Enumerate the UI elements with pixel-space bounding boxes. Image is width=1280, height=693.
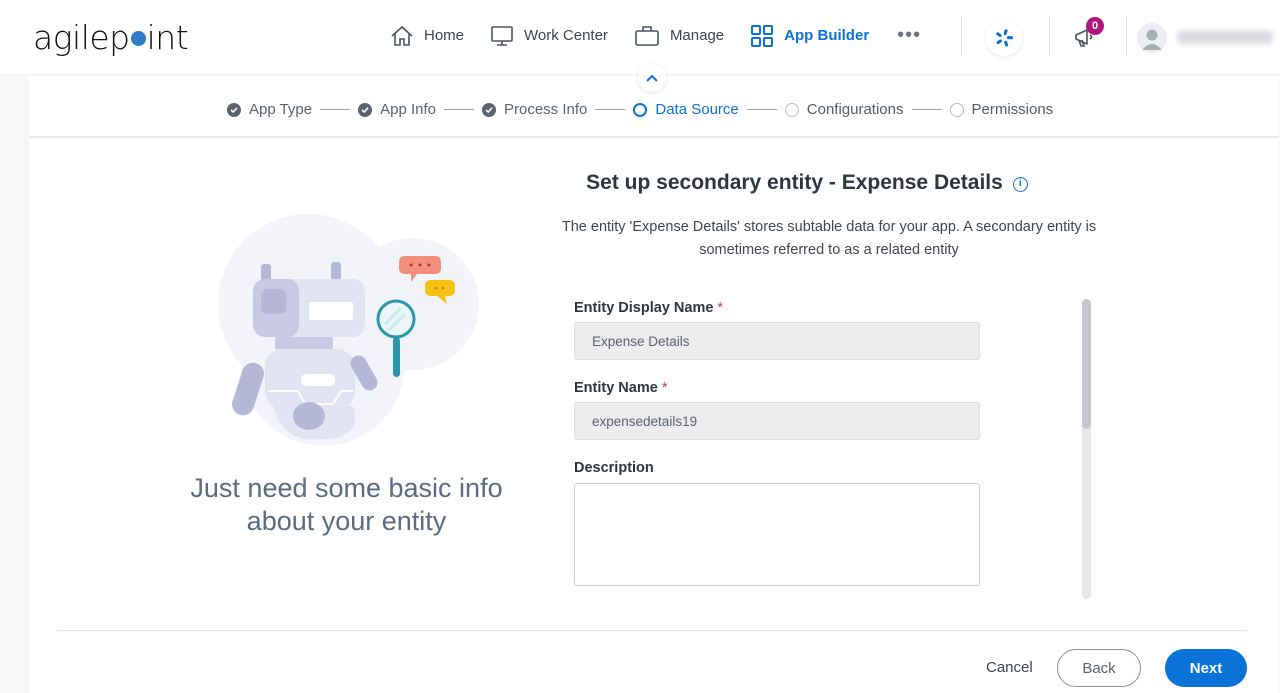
chevron-up-icon [646, 74, 658, 82]
robot-illustration [218, 214, 479, 446]
home-icon [391, 25, 413, 46]
nav-home[interactable]: Home [390, 25, 464, 47]
notification-count-badge: 0 [1086, 17, 1104, 35]
next-button[interactable]: Next [1165, 649, 1247, 687]
logo-dot [130, 31, 146, 46]
monitor-icon [491, 25, 513, 46]
header-divider [1049, 16, 1050, 56]
step-connector [444, 109, 474, 110]
cancel-button[interactable]: Cancel [986, 659, 1033, 676]
step-app-info[interactable]: App Info [358, 101, 436, 118]
entity-display-name-label: Entity Display Name * [574, 300, 724, 316]
ai-assistant-icon [996, 29, 1014, 47]
illustration-tagline: Just need some basic info about your ent… [190, 473, 503, 536]
more-menu-icon[interactable]: ••• [897, 24, 921, 47]
nav-work-center[interactable]: Work Center [490, 25, 608, 47]
step-connector [320, 109, 351, 110]
empty-circle-icon [784, 102, 799, 117]
step-connector [911, 109, 942, 110]
wizard-card: App Type App Info Process Info Data Sour… [29, 76, 1279, 693]
ai-assistant-button[interactable] [986, 20, 1022, 56]
check-circle-icon [227, 102, 241, 117]
nav-app-builder-label: App Builder [784, 27, 870, 44]
nav-work-center-label: Work Center [524, 27, 608, 44]
grid-icon [751, 24, 774, 47]
collapse-stepper-button[interactable] [638, 64, 666, 92]
step-configurations[interactable]: Configurations [784, 101, 904, 118]
step-label: Configurations [806, 101, 904, 118]
step-app-type[interactable]: App Type [227, 101, 312, 118]
entity-name-label: Entity Name * [574, 380, 668, 396]
step-permissions[interactable]: Permissions [949, 101, 1054, 118]
header-divider [1126, 16, 1127, 56]
header-divider [961, 16, 962, 56]
footer-divider [58, 630, 1246, 631]
description-textarea[interactable] [574, 483, 980, 586]
step-process-info[interactable]: Process Info [482, 101, 587, 118]
check-circle-icon [482, 102, 496, 117]
step-label: App Type [249, 101, 313, 118]
back-button[interactable]: Back [1057, 649, 1141, 687]
user-avatar[interactable] [1137, 23, 1167, 53]
user-name[interactable] [1177, 30, 1273, 44]
nav-manage[interactable]: Manage [634, 25, 724, 47]
step-connector [746, 109, 777, 110]
entity-name-input[interactable]: expensedetails19 [574, 402, 980, 440]
top-header: agilep int Home Work Center Manage App Bu… [0, 0, 1280, 75]
main-nav: Home Work Center Manage App Builder ••• [390, 24, 921, 47]
step-data-source[interactable]: Data Source [633, 101, 739, 118]
step-label: Process Info [504, 101, 588, 118]
nav-app-builder[interactable]: App Builder [750, 24, 870, 47]
agilepoint-logo[interactable]: agilep int [33, 18, 189, 57]
nav-home-label: Home [424, 27, 465, 44]
step-label: Permissions [971, 101, 1054, 118]
empty-circle-icon [949, 102, 964, 117]
check-circle-icon [358, 102, 373, 117]
briefcase-icon [635, 25, 659, 46]
user-icon [1142, 29, 1162, 50]
page-title: Set up secondary entity - Expense Detail… [529, 171, 1085, 195]
current-step-circle-icon [633, 102, 648, 117]
stepper: App Type App Info Process Info Data Sour… [227, 101, 1053, 118]
entity-display-name-input[interactable]: Expense Details [574, 322, 980, 360]
description-label: Description [574, 460, 654, 476]
step-connector [595, 109, 626, 110]
required-marker: * [661, 380, 668, 396]
required-marker: * [717, 300, 724, 316]
nav-manage-label: Manage [669, 27, 725, 44]
step-label: App Info [380, 101, 436, 118]
form-scrollbar-thumb[interactable] [1082, 299, 1091, 429]
step-label: Data Source [655, 101, 739, 118]
page-subtitle: The entity 'Expense Details' stores subt… [561, 219, 1097, 258]
info-icon[interactable]: i [1012, 177, 1028, 192]
